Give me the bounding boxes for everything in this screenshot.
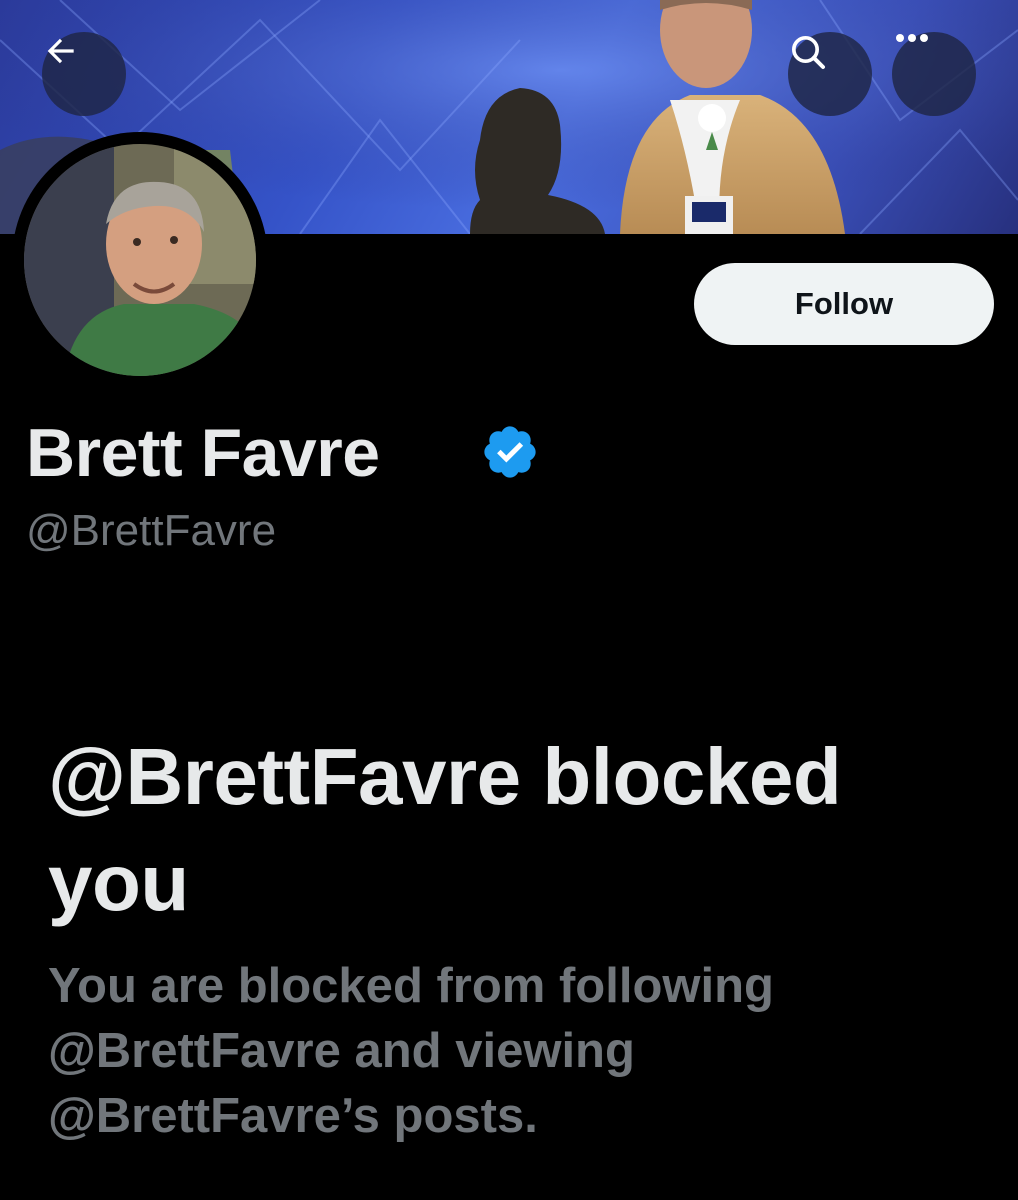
more-horizontal-icon — [896, 34, 928, 42]
blocked-description: You are blocked from following @BrettFav… — [48, 959, 774, 1143]
arrow-left-icon — [47, 38, 74, 64]
back-button[interactable] — [42, 32, 126, 116]
search-icon — [792, 36, 825, 69]
profile-page: Follow Brett Favre @BrettFavre @BrettFav… — [0, 0, 1018, 1200]
avatar[interactable] — [12, 132, 268, 388]
follow-button[interactable]: Follow — [694, 263, 994, 345]
blocked-title: @BrettFavre blocked you — [48, 732, 842, 927]
display-name: Brett Favre — [26, 415, 380, 491]
verified-badge-icon — [484, 426, 536, 478]
profile-handle: @BrettFavre — [26, 506, 277, 555]
avatar-image — [24, 144, 256, 376]
search-button[interactable] — [788, 32, 872, 116]
more-options-button[interactable] — [892, 32, 976, 116]
